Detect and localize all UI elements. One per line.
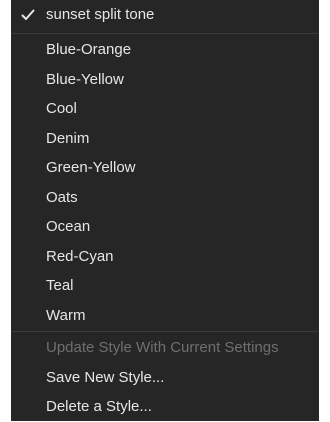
menu-item-label: Save New Style... <box>46 368 165 386</box>
menu-item-ocean[interactable]: Ocean <box>11 212 319 242</box>
menu-item-denim[interactable]: Denim <box>11 124 319 154</box>
menu-item-warm[interactable]: Warm <box>11 301 319 331</box>
menu-item-delete-style[interactable]: Delete a Style... <box>11 392 319 422</box>
menu-item-label: Update Style With Current Settings <box>46 339 279 356</box>
menu-item-label: Denim <box>46 129 90 147</box>
menu-item-label: Ocean <box>46 218 91 235</box>
menu-item-cool[interactable]: Cool <box>11 94 319 124</box>
menu-item-label: Cool <box>46 100 77 117</box>
checkmark-icon <box>20 6 36 24</box>
menu-item-blue-yellow[interactable]: Blue-Yellow <box>11 65 319 95</box>
menu-item-label: sunset split tone <box>46 6 155 23</box>
menu-item-label: Delete a Style... <box>46 398 152 415</box>
menu-item-update-style: Update Style With Current Settings <box>11 333 319 363</box>
menu-item-label: Green-Yellow <box>46 159 136 176</box>
menu-item-label: Blue-Orange <box>46 41 132 58</box>
menu-item-teal[interactable]: Teal <box>11 271 319 301</box>
menu-item-red-cyan[interactable]: Red-Cyan <box>11 242 319 272</box>
menu-item-label: Teal <box>46 277 74 294</box>
style-dropdown-menu: sunset split tone Blue-Orange Blue-Yello… <box>11 0 319 421</box>
menu-item-sunset-split-tone[interactable]: sunset split tone <box>11 6 319 32</box>
menu-item-green-yellow[interactable]: Green-Yellow <box>11 153 319 183</box>
menu-item-label: Red-Cyan <box>46 247 114 265</box>
menu-separator <box>11 331 319 332</box>
menu-item-label: Blue-Yellow <box>46 70 124 88</box>
menu-item-label: Warm <box>46 306 86 324</box>
menu-item-save-new-style[interactable]: Save New Style... <box>11 363 319 393</box>
menu-separator <box>11 33 319 34</box>
menu-item-label: Oats <box>46 188 78 206</box>
menu-item-blue-orange[interactable]: Blue-Orange <box>11 35 319 65</box>
menu-item-oats[interactable]: Oats <box>11 183 319 213</box>
